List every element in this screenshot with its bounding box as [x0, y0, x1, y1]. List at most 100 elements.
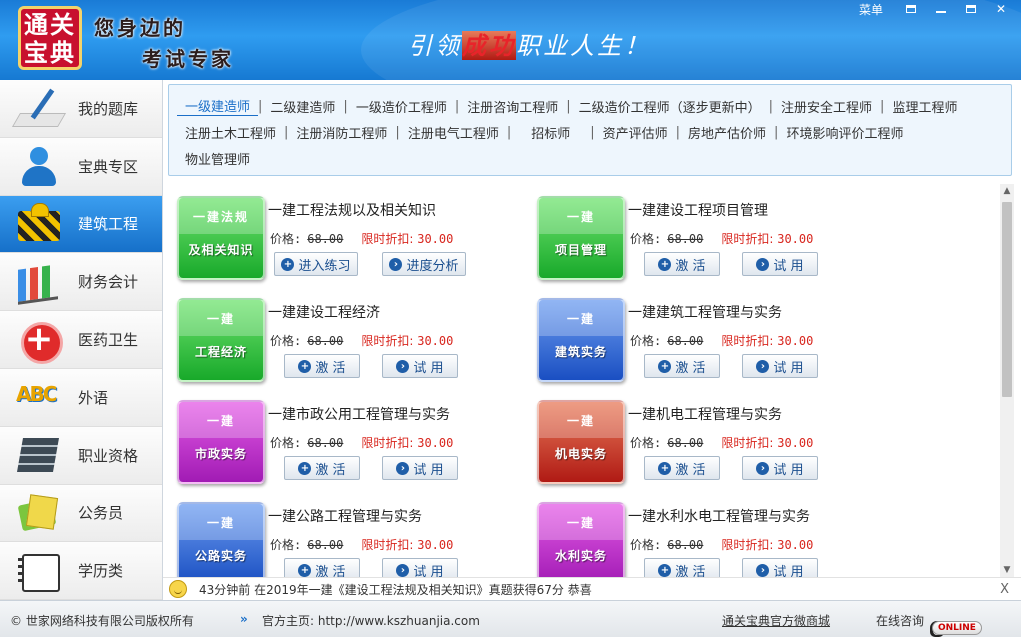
practice-button[interactable]: + 进入练习 [274, 252, 358, 276]
menu-button[interactable]: 菜单 [859, 1, 883, 18]
product-cover[interactable]: 一建法规 及相关知识 [177, 196, 265, 280]
product-card: 一建 项目管理 一建建设工程项目管理 价格: 68.00 限时折扣: 30.00 +… [528, 184, 888, 280]
online-consult-button[interactable]: ONLINE [930, 610, 982, 637]
maximize-button[interactable] [957, 0, 985, 18]
tagline-part1: 引领 [408, 32, 462, 60]
close-button[interactable]: ✕ [987, 0, 1015, 18]
trial-button[interactable]: › 试 用 [382, 456, 458, 480]
category-tab[interactable]: 注册土木工程师 [177, 123, 284, 142]
discount-label: 限时折扣: [361, 232, 414, 246]
sidebar-item[interactable]: 外语 [0, 368, 162, 427]
scrollbar-thumb[interactable] [1002, 202, 1012, 397]
product-card: 一建 工程经济 一建建设工程经济 价格: 68.00 限时折扣: 30.00 + 激 … [168, 286, 528, 382]
trial-button[interactable]: › 试 用 [382, 354, 458, 378]
trial-button[interactable]: › 试 用 [742, 558, 818, 577]
maximize-icon [966, 5, 976, 13]
product-title: 一建机电工程管理与实务 [628, 407, 782, 423]
category-tab[interactable]: 物业管理师 [177, 149, 258, 168]
sidebar-item[interactable]: 建筑工程 [0, 195, 162, 254]
product-cover[interactable]: 一建 公路实务 [177, 502, 265, 577]
button-label: 激 活 [315, 462, 346, 478]
price-label: 价格: [630, 232, 662, 246]
category-tab[interactable]: 招标师 [511, 123, 590, 142]
product-cover[interactable]: 一建 建筑实务 [537, 298, 625, 382]
button-label: 激 活 [315, 564, 346, 578]
category-tab[interactable]: 一级造价工程师 [348, 97, 455, 116]
slogan-line1: 您身边的 [94, 16, 186, 40]
minimize-icon [936, 11, 946, 13]
discount-value: 30.00 [417, 232, 454, 246]
button-label: 进度分析 [406, 258, 459, 274]
sidebar-item[interactable]: 我的题库 [0, 80, 162, 138]
category-tab[interactable]: 监理工程师 [884, 97, 965, 116]
activate-button[interactable]: + 激 活 [284, 456, 360, 480]
cover-top-text: 一建 [566, 516, 595, 530]
window-settings-icon [906, 5, 916, 13]
notice-close-button[interactable]: X [1000, 582, 1009, 597]
category-tab[interactable]: 注册安全工程师 [773, 97, 880, 116]
sidebar-item[interactable]: 公务员 [0, 484, 162, 543]
official-site-link[interactable]: 官方主页: http://www.kszhuanjia.com [262, 612, 480, 629]
category-tab[interactable]: 注册咨询工程师 [459, 97, 566, 116]
product-cover[interactable]: 一建 工程经济 [177, 298, 265, 382]
product-cover[interactable]: 一建 市政实务 [177, 400, 265, 484]
price-label: 价格: [630, 538, 662, 552]
discount-value: 30.00 [417, 334, 454, 348]
settings-window-button[interactable] [897, 0, 925, 18]
arrow-circle-icon: › [396, 461, 410, 475]
books-icon [14, 434, 64, 476]
scroll-down-icon[interactable]: ▼ [1000, 563, 1014, 577]
minimize-button[interactable] [927, 0, 955, 18]
product-cover[interactable]: 一建 机电实务 [537, 400, 625, 484]
category-tab[interactable]: 二级造价工程师（逐步更新中） [571, 97, 769, 116]
product-card: 一建 市政实务 一建市政公用工程管理与实务 价格: 68.00 限时折扣: 30.0… [168, 388, 528, 484]
category-tab[interactable]: 二级建造师 [262, 97, 343, 116]
tagline: 引领成功职业人生！ [408, 26, 651, 61]
button-label: 试 用 [773, 360, 804, 376]
sidebar-item[interactable]: 宝典专区 [0, 137, 162, 196]
trial-button[interactable]: › 试 用 [382, 558, 458, 577]
category-tab[interactable]: 注册电气工程师 [400, 123, 507, 142]
medical-cross-icon [14, 319, 64, 364]
tagline-red: 成功 [462, 31, 516, 60]
logo-text-line1: 通关 [24, 10, 76, 39]
sidebar-item[interactable]: 职业资格 [0, 426, 162, 485]
slogan-line2: 考试专家 [142, 47, 234, 71]
scrollbar[interactable]: ▲ ▼ [1000, 184, 1014, 577]
category-tab[interactable]: 环境影响评价工程师 [778, 123, 911, 142]
category-tab[interactable]: 注册消防工程师 [288, 123, 395, 142]
product-price: 价格: 68.00 限时折扣: 30.00 [630, 332, 813, 349]
discount-label: 限时折扣: [361, 538, 414, 552]
activate-button[interactable]: + 激 活 [644, 354, 720, 378]
trial-button[interactable]: › 试 用 [742, 354, 818, 378]
arrow-circle-icon: › [756, 563, 770, 577]
original-price: 68.00 [307, 436, 344, 450]
category-tab[interactable]: 一级建造师 [177, 96, 259, 116]
cover-top-text: 一建 [206, 414, 235, 428]
activate-button[interactable]: + 激 活 [644, 252, 720, 276]
sidebar-item[interactable]: 财务会计 [0, 253, 162, 312]
shop-link[interactable]: 通关宝典官方微商城 [722, 612, 830, 629]
scroll-up-icon[interactable]: ▲ [1000, 184, 1014, 198]
button-label: 试 用 [773, 462, 804, 478]
cover-bottom-text: 项目管理 [554, 243, 607, 257]
plus-circle-icon: + [281, 257, 295, 271]
category-tab[interactable]: 房地产估价师 [680, 123, 774, 142]
price-label: 价格: [270, 436, 302, 450]
product-price: 价格: 68.00 限时折扣: 30.00 [270, 434, 453, 451]
activate-button[interactable]: + 激 活 [644, 456, 720, 480]
activate-button[interactable]: + 激 活 [644, 558, 720, 577]
category-tab[interactable]: 资产评估师 [595, 123, 676, 142]
product-cover[interactable]: 一建 水利实务 [537, 502, 625, 577]
discount-value: 30.00 [777, 232, 814, 246]
trial-button[interactable]: › 试 用 [742, 456, 818, 480]
sidebar-item[interactable]: 医药卫生 [0, 311, 162, 369]
activate-button[interactable]: + 激 活 [284, 354, 360, 378]
sidebar-item[interactable]: 学历类 [0, 542, 162, 601]
trial-button[interactable]: › 试 用 [742, 252, 818, 276]
abc-icon [14, 376, 64, 418]
product-cover[interactable]: 一建 项目管理 [537, 196, 625, 280]
activate-button[interactable]: + 激 活 [284, 558, 360, 577]
product-title: 一建建筑工程管理与实务 [628, 305, 782, 321]
progress-button[interactable]: › 进度分析 [382, 252, 466, 276]
